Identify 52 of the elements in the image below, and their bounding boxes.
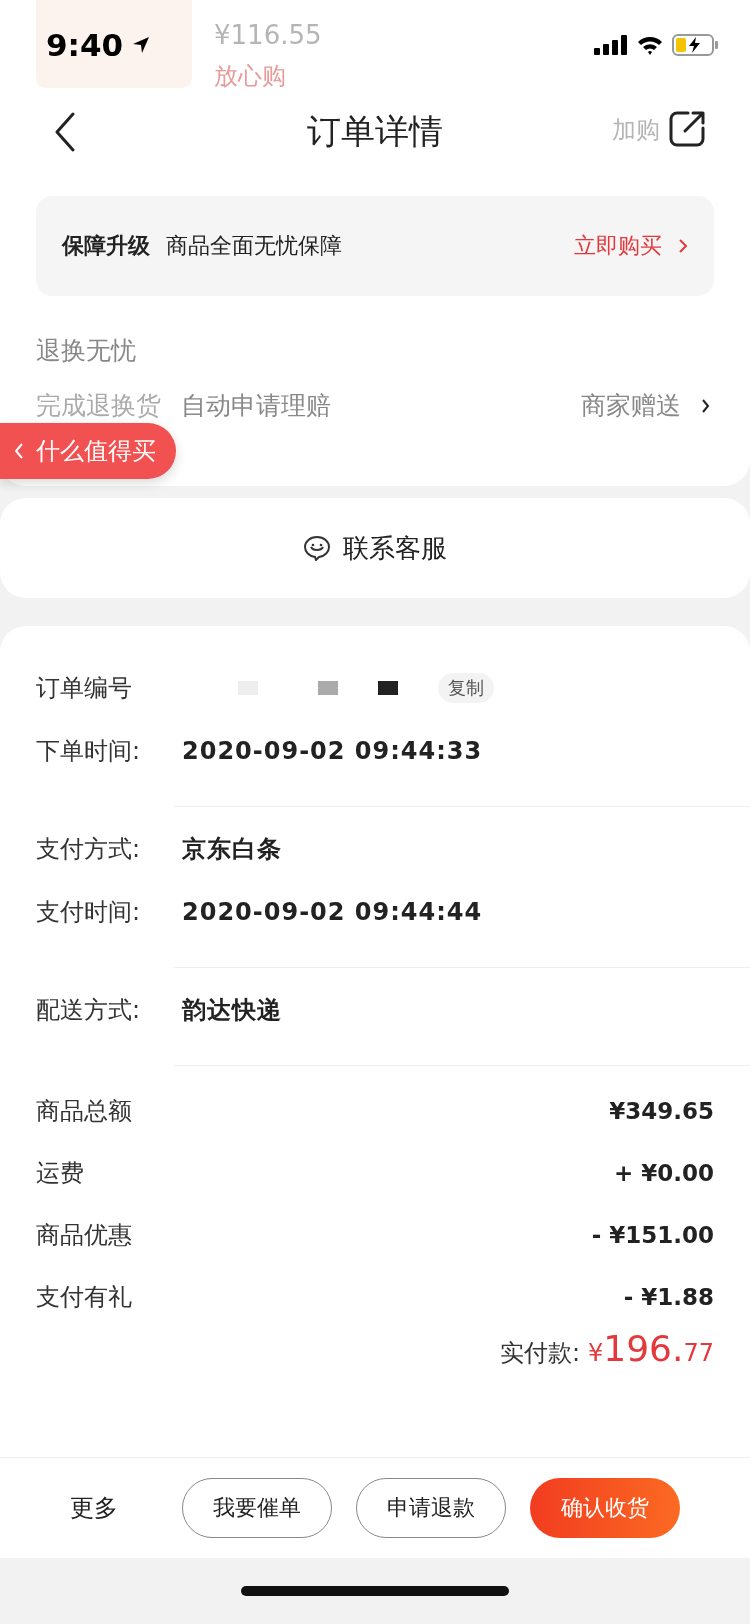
merchant-gift-link[interactable]: 商家赠送 [581, 389, 681, 422]
product-price: ¥116.55 [214, 20, 322, 50]
action-button[interactable]: 我要催单 [182, 1478, 332, 1538]
protection-banner[interactable]: 保障升级 商品全面无忧保障 立即购买 [36, 196, 714, 296]
protection-label: 保障升级 [62, 232, 150, 260]
reassurance-label: 放心购 [214, 61, 287, 92]
copy-button[interactable]: 复制 [438, 672, 494, 703]
info-label: 支付方式: [36, 833, 142, 865]
amount-label: 商品总额 [36, 1096, 132, 1127]
action-button[interactable]: 申请退款 [356, 1478, 506, 1538]
info-value: 韵达快递 [182, 994, 282, 1026]
page-title: 订单详情 [307, 110, 443, 153]
total-label: 实付款: [499, 1338, 580, 1369]
info-label: 下单时间: [36, 735, 142, 767]
amount-value: - ¥1.88 [623, 1284, 714, 1310]
amount-value: ¥349.65 [609, 1098, 714, 1124]
chat-smile-icon [303, 535, 331, 561]
service-title: 退换无忧 [35, 335, 137, 367]
battery-icon [672, 34, 720, 56]
share-icon[interactable] [668, 110, 706, 148]
info-value: 京东白条 [182, 833, 282, 865]
signal-icon [594, 35, 628, 55]
info-label: 订单编号 [36, 672, 133, 704]
chevron-right-icon [678, 238, 688, 254]
total-decimal: 77 [683, 1339, 714, 1367]
buy-now-link[interactable]: 立即购买 [574, 231, 662, 261]
wifi-icon [636, 35, 664, 55]
info-value: 2020-09-02 09:44:44 [182, 897, 483, 926]
chevron-right-icon [701, 397, 710, 414]
total-amount: 196. [603, 1328, 684, 1369]
more-button[interactable]: 更多 [70, 1492, 118, 1524]
back-icon[interactable] [54, 112, 76, 152]
protection-text: 商品全面无忧保障 [166, 232, 342, 260]
info-label: 支付时间: [36, 896, 142, 928]
redaction-block [378, 680, 398, 695]
amount-label: 商品优惠 [36, 1220, 132, 1251]
info-label: 配送方式: [36, 994, 142, 1026]
amount-label: 运费 [36, 1158, 84, 1189]
total-currency: ¥ [588, 1339, 604, 1367]
location-arrow-icon [131, 35, 152, 55]
contact-service-button[interactable]: 联系客服 [0, 498, 750, 598]
amount-value: + ¥0.00 [613, 1160, 714, 1186]
floating-badge-text: 什么值得买 [36, 436, 156, 467]
info-value: 2020-09-02 09:44:33 [182, 736, 483, 765]
add-to-cart-label: 加购 [612, 115, 660, 146]
chevron-left-icon [14, 442, 24, 460]
service-feature: 自动申请理赔 [181, 390, 331, 422]
service-feature: 完成退换货 [36, 390, 161, 422]
status-time: 9:40 [46, 27, 124, 63]
amount-value: - ¥151.00 [591, 1222, 714, 1248]
amount-label: 支付有礼 [36, 1282, 132, 1313]
redaction-block [318, 680, 338, 695]
